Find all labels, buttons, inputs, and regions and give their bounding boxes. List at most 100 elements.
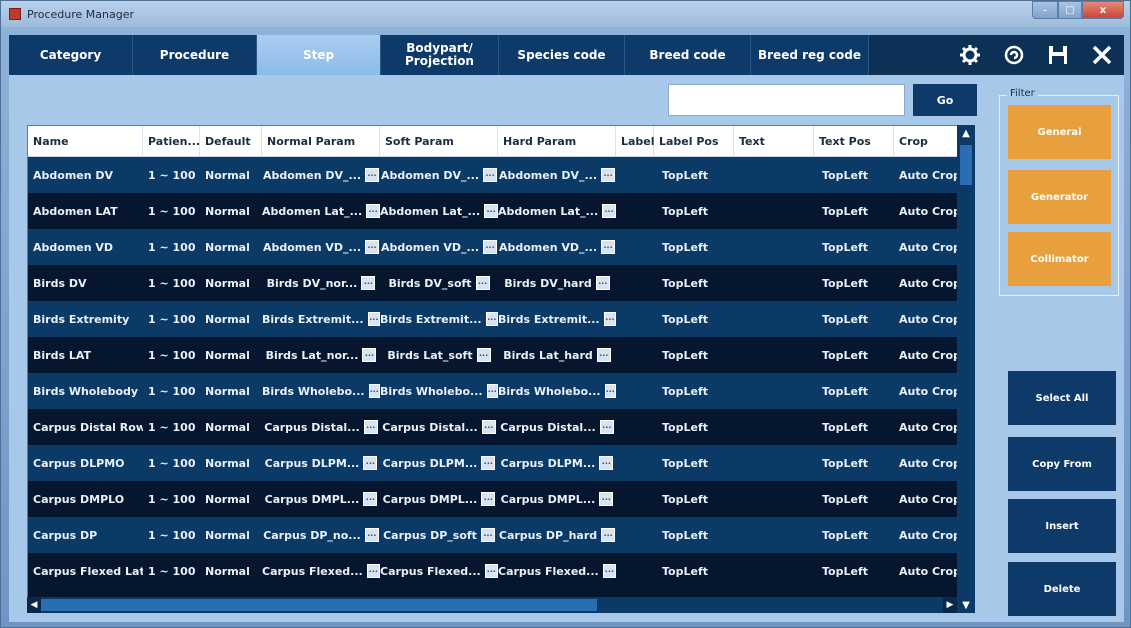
horizontal-scroll-thumb[interactable] [41,599,597,611]
col-label[interactable]: Label [616,126,655,157]
ellipsis-button[interactable]: ... [365,168,380,182]
ellipsis-button[interactable]: ... [602,204,616,218]
col-text-pos[interactable]: Text Pos [814,126,894,157]
table-row[interactable]: Carpus Flexed Lateral 1 ~ 100 Normal Carpus… [28,553,974,589]
ellipsis-button[interactable]: ... [366,204,380,218]
table-row[interactable]: Carpus DLPMO 1 ~ 100 Normal Carpus DLPM....… [28,445,974,481]
ellipsis-button[interactable]: ... [367,312,380,326]
collimator-button[interactable]: Collimator [1008,232,1111,286]
ellipsis-button[interactable]: ... [481,492,496,506]
generator-button[interactable]: Generator [1008,170,1111,224]
cell-label [616,481,654,517]
ellipsis-button[interactable]: ... [602,564,616,578]
col-patient[interactable]: Patien... [143,126,200,157]
table-row[interactable]: Abdomen LAT 1 ~ 100 Normal Abdomen Lat_....… [28,193,974,229]
ellipsis-button[interactable]: ... [362,348,377,362]
ellipsis-button[interactable]: ... [363,456,378,470]
ellipsis-button[interactable]: ... [599,456,614,470]
col-hard-param[interactable]: Hard Param [498,126,616,157]
cell-soft-param: Abdomen DV_...... [380,157,498,193]
col-label-pos[interactable]: Label Pos [654,126,734,157]
cell-text: Carpus Distal... [500,420,596,434]
tab-step[interactable]: Step [257,35,381,75]
close-icon[interactable] [1080,35,1124,75]
select-all-button[interactable]: Select All [1008,371,1116,425]
ellipsis-button[interactable]: ... [483,168,498,182]
ellipsis-button[interactable]: ... [476,348,491,362]
general-button[interactable]: General [1008,105,1111,159]
col-soft-param[interactable]: Soft Param [380,126,498,157]
ellipsis-button[interactable]: ... [485,312,498,326]
table-row[interactable]: Birds Extremity 1 ~ 100 Normal Birds Extrem… [28,301,974,337]
table-row[interactable]: Carpus DMPLO 1 ~ 100 Normal Carpus DMPL....… [28,481,974,517]
vertical-scrollbar[interactable]: ▲ ▼ [957,125,975,613]
ellipsis-button[interactable]: ... [481,456,496,470]
ellipsis-button[interactable]: ... [599,420,614,434]
refresh-icon[interactable] [992,35,1036,75]
ellipsis-button[interactable]: ... [484,564,498,578]
ellipsis-button[interactable]: ... [601,168,616,182]
ellipsis-button[interactable]: ... [475,276,490,290]
delete-button[interactable]: Delete [1008,562,1116,616]
tab-breed-reg-code[interactable]: Breed reg code [751,35,869,75]
table-row[interactable]: Birds LAT 1 ~ 100 Normal Birds Lat_nor.....… [28,337,974,373]
ellipsis-button[interactable]: ... [484,204,498,218]
maximize-button[interactable]: □ [1058,1,1082,19]
copy-from-button[interactable]: Copy From [1008,437,1116,491]
cell-text-pos: TopLeft [814,445,894,481]
col-text[interactable]: Text [734,126,814,157]
col-name[interactable]: Name [28,126,143,157]
ellipsis-button[interactable]: ... [604,384,616,398]
cell-text: 1 ~ 100 [148,276,196,290]
scroll-left-icon[interactable]: ◀ [27,597,41,613]
ellipsis-button[interactable]: ... [599,492,614,506]
ellipsis-button[interactable]: ... [595,276,610,290]
ellipsis-button[interactable]: ... [486,384,498,398]
table-row[interactable]: Birds Wholebody 1 ~ 100 Normal Birds Wholeb… [28,373,974,409]
table-row[interactable]: Birds DV 1 ~ 100 Normal Birds DV_nor...... B… [28,265,974,301]
ellipsis-button[interactable]: ... [601,528,616,542]
scroll-up-icon[interactable]: ▲ [957,125,975,141]
ellipsis-button[interactable]: ... [483,240,498,254]
tab-category[interactable]: Category [9,35,133,75]
minimize-button[interactable]: – [1032,1,1058,19]
scroll-right-icon[interactable]: ▶ [943,597,957,613]
tab-breed-code[interactable]: Breed code [625,35,751,75]
cell-text: Normal [205,168,250,182]
cell-text [734,193,814,229]
ellipsis-button[interactable]: ... [361,276,376,290]
cell-normal-param: Birds Lat_nor...... [262,337,380,373]
go-button[interactable]: Go [913,84,977,116]
horizontal-scrollbar[interactable]: ◀ ▶ [27,597,957,613]
ellipsis-button[interactable]: ... [363,492,378,506]
col-default[interactable]: Default [200,126,262,157]
window-close-button[interactable]: x [1082,1,1124,19]
ellipsis-button[interactable]: ... [601,240,616,254]
col-normal-param[interactable]: Normal Param [262,126,380,157]
insert-button[interactable]: Insert [1008,499,1116,553]
title-bar: Procedure Manager – □ x [1,1,1130,27]
tab-bodypart-projection[interactable]: Bodypart/ Projection [381,35,499,75]
ellipsis-button[interactable]: ... [364,528,379,542]
ellipsis-button[interactable]: ... [481,420,496,434]
table-row[interactable]: Carpus Distal Row sk... 1 ~ 100 Normal Carp… [28,409,974,445]
save-icon[interactable] [1036,35,1080,75]
tab-species-code[interactable]: Species code [499,35,625,75]
ellipsis-button[interactable]: ... [596,348,611,362]
vertical-scroll-thumb[interactable] [960,145,972,185]
ellipsis-button[interactable]: ... [368,384,380,398]
table-row[interactable]: Abdomen DV 1 ~ 100 Normal Abdomen DV_......… [28,157,974,193]
table-row[interactable]: Carpus DP 1 ~ 100 Normal Carpus DP_no......… [28,517,974,553]
ellipsis-button[interactable]: ... [603,312,616,326]
ellipsis-button[interactable]: ... [480,528,495,542]
table-row[interactable]: Abdomen VD 1 ~ 100 Normal Abdomen VD_......… [28,229,974,265]
search-input[interactable] [668,84,905,116]
scroll-down-icon[interactable]: ▼ [957,597,975,613]
gear-icon[interactable] [948,35,992,75]
ellipsis-button[interactable]: ... [365,240,380,254]
ellipsis-button[interactable]: ... [366,564,380,578]
cell-default: Normal [200,229,262,265]
filter-label: Filter [1007,88,1038,99]
tab-procedure[interactable]: Procedure [133,35,257,75]
ellipsis-button[interactable]: ... [363,420,378,434]
